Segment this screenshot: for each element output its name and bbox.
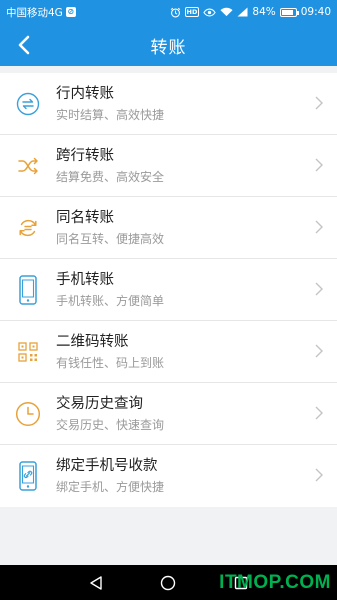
- menu-item-title: 行内转账: [56, 86, 114, 102]
- menu-item-text: 同名转账 同名互转、便捷高效: [56, 209, 337, 247]
- menu-item-title: 同名转账: [56, 210, 114, 226]
- transfer-menu-list: 行内转账 实时结算、高效快捷 跨行转账 结算免费、高效安全 同名转账 同名互转、…: [0, 73, 337, 507]
- eye-icon: [203, 8, 217, 17]
- chevron-right-icon: [315, 158, 323, 172]
- status-left: 中国移动4G ⊘: [6, 5, 76, 20]
- menu-item-transaction-history[interactable]: 交易历史查询 交易历史、快速查询: [0, 383, 337, 445]
- wifi-icon: [220, 7, 233, 17]
- vpn-icon: ⊘: [65, 7, 76, 17]
- menu-item-inter-bank-transfer[interactable]: 跨行转账 结算免费、高效安全: [0, 135, 337, 197]
- page-title: 转账: [150, 37, 187, 58]
- circle-home-icon: [161, 575, 176, 590]
- menu-item-mobile-transfer[interactable]: 手机转账 手机转账、方便简单: [0, 259, 337, 321]
- chevron-right-icon: [315, 406, 323, 420]
- menu-item-subtitle: 实时结算、高效快捷: [56, 108, 165, 122]
- status-bar: 中国移动4G ⊘ HD 84% 09:40: [0, 0, 337, 24]
- menu-item-intra-bank-transfer[interactable]: 行内转账 实时结算、高效快捷: [0, 73, 337, 135]
- menu-item-subtitle: 手机转账、方便简单: [56, 294, 165, 308]
- menu-item-title: 绑定手机号收款: [56, 458, 158, 474]
- chevron-right-icon: [315, 282, 323, 296]
- battery-icon: [279, 7, 299, 17]
- carrier-label: 中国移动4G: [6, 6, 63, 19]
- signal-icon: [237, 7, 248, 17]
- nav-home-button[interactable]: [158, 573, 178, 593]
- menu-item-text: 行内转账 实时结算、高效快捷: [56, 85, 337, 123]
- menu-item-subtitle: 有钱任性、码上到账: [56, 356, 165, 370]
- refresh-equal-icon: [15, 215, 41, 241]
- chevron-right-icon: [315, 468, 323, 482]
- title-bar: 转账: [0, 24, 337, 66]
- menu-item-subtitle: 交易历史、快速查询: [56, 418, 165, 432]
- menu-item-qr-code-transfer[interactable]: 二维码转账 有钱任性、码上到账: [0, 321, 337, 383]
- nav-back-button[interactable]: [86, 573, 106, 593]
- menu-item-title: 交易历史查询: [56, 396, 143, 412]
- hd-badge: HD: [184, 7, 200, 17]
- back-arrow-icon: [18, 35, 30, 55]
- qr-code-icon: [15, 339, 41, 365]
- phone-link-icon: [15, 461, 41, 491]
- shuffle-icon: [15, 153, 41, 179]
- back-button[interactable]: [8, 29, 40, 61]
- menu-item-text: 跨行转账 结算免费、高效安全: [56, 147, 337, 185]
- status-right: HD 84% 09:40: [170, 6, 331, 18]
- alarm-icon: [170, 7, 181, 18]
- menu-item-title: 二维码转账: [56, 334, 129, 350]
- menu-item-text: 绑定手机号收款 绑定手机、方便快捷: [56, 457, 337, 495]
- chevron-right-icon: [315, 96, 323, 110]
- watermark-text: ITMOP.COM: [219, 572, 331, 593]
- menu-item-text: 交易历史查询 交易历史、快速查询: [56, 395, 337, 433]
- chevron-right-icon: [315, 344, 323, 358]
- battery-fill: [281, 9, 293, 15]
- chevron-right-icon: [315, 220, 323, 234]
- menu-item-text: 二维码转账 有钱任性、码上到账: [56, 333, 337, 371]
- battery-percent: 84%: [252, 6, 276, 18]
- arrows-exchange-icon: [15, 91, 41, 117]
- menu-item-same-name-transfer[interactable]: 同名转账 同名互转、便捷高效: [0, 197, 337, 259]
- menu-item-title: 跨行转账: [56, 148, 114, 164]
- menu-item-text: 手机转账 手机转账、方便简单: [56, 271, 337, 309]
- clock-time: 09:40: [300, 6, 331, 18]
- clock-icon: [15, 401, 41, 427]
- menu-item-title: 手机转账: [56, 272, 114, 288]
- menu-item-subtitle: 绑定手机、方便快捷: [56, 480, 165, 494]
- menu-item-subtitle: 结算免费、高效安全: [56, 170, 165, 184]
- triangle-back-icon: [90, 575, 102, 590]
- mobile-phone-icon: [15, 275, 41, 305]
- menu-item-bind-phone-receive[interactable]: 绑定手机号收款 绑定手机、方便快捷: [0, 445, 337, 507]
- menu-item-subtitle: 同名互转、便捷高效: [56, 232, 165, 246]
